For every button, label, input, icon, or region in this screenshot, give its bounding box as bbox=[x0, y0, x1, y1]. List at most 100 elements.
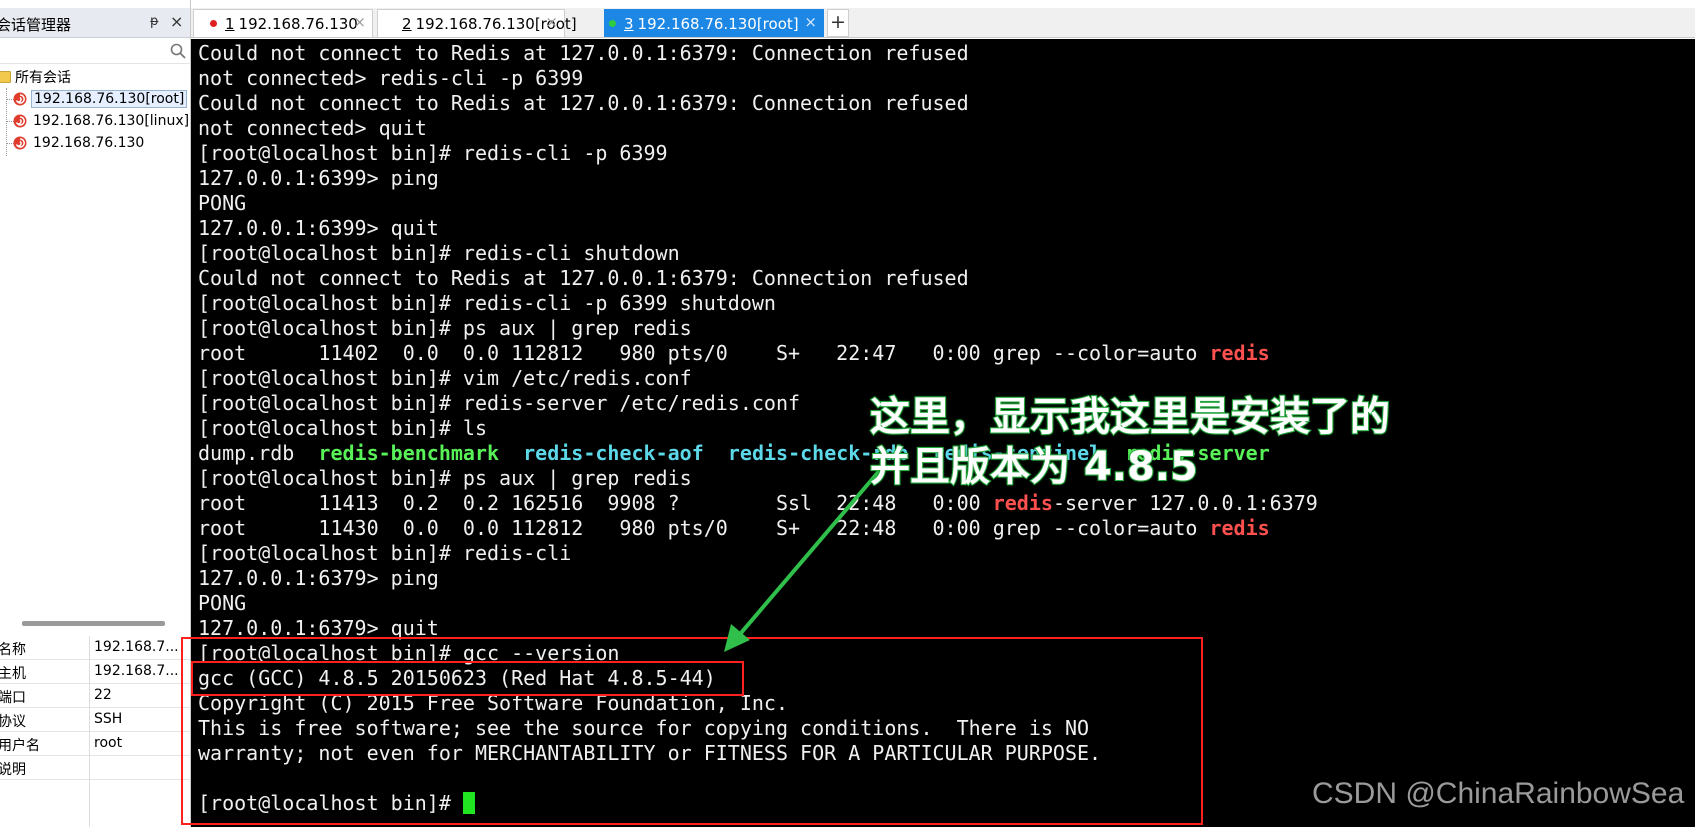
terminal-line: [root@localhost bin]# redis-cli -p 6399 … bbox=[198, 291, 1318, 316]
terminal-text: 127.0.0.1:6379> quit bbox=[198, 616, 439, 640]
property-row: 协议 SSH bbox=[0, 708, 190, 732]
terminal-line: [root@localhost bin]# redis-cli shutdown bbox=[198, 241, 1318, 266]
terminal-text: PONG bbox=[198, 191, 247, 215]
horizontal-scrollbar[interactable] bbox=[22, 621, 165, 626]
terminal-line: [root@localhost bin]# gcc --version bbox=[198, 641, 1318, 666]
terminal-colored-text: redis bbox=[1209, 341, 1270, 365]
terminal-text: 127.0.0.1:6399> quit bbox=[198, 216, 439, 240]
property-value: SSH bbox=[94, 711, 123, 727]
terminal-line: [root@localhost bin]# ps aux | grep redi… bbox=[198, 316, 1318, 341]
terminal-text: [root@localhost bin]# redis-server /etc/… bbox=[198, 391, 801, 415]
terminal-line: [root@localhost bin]# bbox=[198, 791, 1318, 816]
terminal-text: [root@localhost bin]# ps aux | grep redi… bbox=[198, 316, 692, 340]
property-value: 22 bbox=[94, 687, 112, 703]
terminal-line: PONG bbox=[198, 191, 1318, 216]
session-manager-title: 会话管理器 bbox=[0, 16, 72, 34]
terminal-cursor bbox=[462, 792, 475, 814]
annotation-line: 并且版本为 4.8.5 bbox=[869, 443, 1199, 491]
property-row: 端口 22 bbox=[0, 684, 190, 708]
terminal-line: Copyright (C) 2015 Free Software Foundat… bbox=[198, 691, 1318, 716]
session-search-input[interactable] bbox=[0, 40, 190, 64]
annotation-text: 这里，显示我这里是安装了的 并且版本为 4.8.5 bbox=[869, 392, 1391, 492]
search-icon[interactable] bbox=[169, 42, 187, 60]
terminal-text: dump.rdb bbox=[198, 441, 319, 465]
terminal-text: 127.0.0.1:6379> ping bbox=[198, 566, 439, 590]
session-item-label: 192.168.76.130[root] bbox=[31, 90, 188, 108]
session-manager-panel: 会话管理器 ᵽ × 所有会话 192.168.76.130[root] 192.… bbox=[0, 0, 191, 827]
add-tab-button[interactable]: + bbox=[827, 9, 849, 37]
property-value: root bbox=[94, 735, 123, 751]
annotation-line: 这里，显示我这里是安装了的 bbox=[869, 393, 1391, 441]
terminal-colored-text: redis-benchmark bbox=[318, 441, 500, 465]
terminal-line: Could not connect to Redis at 127.0.0.1:… bbox=[198, 266, 1318, 291]
tab-session-1[interactable]: 1 192.168.76.130 × bbox=[193, 9, 373, 37]
terminal-text: -server 127.0.0.1:6379 bbox=[1052, 491, 1318, 515]
close-icon[interactable]: × bbox=[545, 13, 558, 31]
terminal-line: Could not connect to Redis at 127.0.0.1:… bbox=[198, 41, 1318, 66]
terminal-text: [root@localhost bin]# redis-cli bbox=[198, 541, 572, 565]
close-icon[interactable]: × bbox=[170, 12, 183, 31]
session-swirl-icon bbox=[13, 92, 27, 106]
terminal-text: not connected> quit bbox=[198, 116, 427, 140]
status-dot-icon bbox=[609, 20, 616, 27]
properties-column-divider bbox=[89, 636, 90, 827]
property-row: 用户名 root bbox=[0, 732, 190, 756]
terminal-text: PONG bbox=[198, 591, 247, 615]
terminal-line: [root@localhost bin]# vim /etc/redis.con… bbox=[198, 366, 1318, 391]
terminal-text: warranty; not even for MERCHANTABILITY o… bbox=[198, 741, 1102, 765]
tab-label: 192.168.76.130 bbox=[238, 14, 358, 33]
tab-session-3[interactable]: 3 192.168.76.130[root] × bbox=[604, 9, 824, 37]
status-dot-icon bbox=[210, 20, 217, 27]
tab-number: 3 bbox=[624, 14, 634, 33]
property-value: 192.168.7... bbox=[94, 639, 179, 655]
terminal-line: Could not connect to Redis at 127.0.0.1:… bbox=[198, 91, 1318, 116]
property-value: 192.168.7... bbox=[94, 663, 179, 679]
session-item-label: 192.168.76.130 bbox=[33, 135, 145, 151]
session-swirl-icon bbox=[13, 114, 27, 128]
session-item[interactable]: 192.168.76.130[root] bbox=[12, 88, 188, 110]
terminal-text: Could not connect to Redis at 127.0.0.1:… bbox=[198, 91, 969, 115]
terminal-text: Could not connect to Redis at 127.0.0.1:… bbox=[198, 266, 969, 290]
terminal-text: root 11402 0.0 0.0 112812 980 pts/0 S+ 2… bbox=[198, 341, 1210, 365]
session-manager-header: 会话管理器 ᵽ × bbox=[0, 8, 190, 38]
terminal-text: [root@localhost bin]# gcc --version bbox=[198, 641, 620, 665]
session-tab-bar: 1 192.168.76.130 × 2 192.168.76.130[root… bbox=[191, 8, 1695, 38]
terminal-text: Could not connect to Redis at 127.0.0.1:… bbox=[198, 41, 969, 65]
terminal-line: root 11413 0.2 0.2 162516 9908 ? Ssl 22:… bbox=[198, 491, 1318, 516]
terminal-text: [root@localhost bin]# redis-cli -p 6399 … bbox=[198, 291, 776, 315]
tree-root-label: 所有会话 bbox=[15, 70, 71, 86]
terminal-text: [root@localhost bin]# ls bbox=[198, 416, 487, 440]
terminal-line: gcc (GCC) 4.8.5 20150623 (Red Hat 4.8.5-… bbox=[198, 666, 1318, 691]
pin-icon[interactable]: ᵽ bbox=[150, 14, 159, 29]
session-item[interactable]: 192.168.76.130[linux] bbox=[12, 110, 190, 132]
close-icon[interactable]: × bbox=[353, 13, 366, 31]
tab-number: 2 bbox=[402, 14, 412, 33]
close-icon[interactable]: × bbox=[804, 13, 817, 31]
terminal-line: not connected> redis-cli -p 6399 bbox=[198, 66, 1318, 91]
property-key: 协议 bbox=[0, 714, 26, 730]
terminal-text: [root@localhost bin]# vim /etc/redis.con… bbox=[198, 366, 692, 390]
terminal-text: gcc (GCC) 4.8.5 20150623 (Red Hat 4.8.5-… bbox=[198, 666, 716, 690]
property-key: 名称 bbox=[0, 642, 26, 658]
terminal-line: root 11402 0.0 0.0 112812 980 pts/0 S+ 2… bbox=[198, 341, 1318, 366]
terminal-text: Copyright (C) 2015 Free Software Foundat… bbox=[198, 691, 789, 715]
terminal-line: [root@localhost bin]# redis-cli bbox=[198, 541, 1318, 566]
terminal-text: [root@localhost bin]# redis-cli shutdown bbox=[198, 241, 680, 265]
terminal-line: not connected> quit bbox=[198, 116, 1318, 141]
property-row: 名称 192.168.7... bbox=[0, 636, 190, 660]
terminal-text: root 11430 0.0 0.0 112812 980 pts/0 S+ 2… bbox=[198, 516, 1210, 540]
session-item[interactable]: 192.168.76.130 bbox=[12, 132, 146, 154]
terminal-colored-text: redis bbox=[1209, 516, 1270, 540]
terminal-line: 127.0.0.1:6379> ping bbox=[198, 566, 1318, 591]
tab-session-2[interactable]: 2 192.168.76.130[root] × bbox=[377, 9, 577, 37]
property-key: 主机 bbox=[0, 666, 26, 682]
terminal-line: root 11430 0.0 0.0 112812 980 pts/0 S+ 2… bbox=[198, 516, 1318, 541]
terminal-text: [root@localhost bin]# redis-cli -p 6399 bbox=[198, 141, 668, 165]
terminal-text: [root@localhost bin]# ps aux | grep redi… bbox=[198, 466, 692, 490]
terminal-colored-text: redis-check-aof bbox=[523, 441, 704, 465]
session-swirl-icon bbox=[13, 136, 27, 150]
tree-root-all-sessions[interactable]: 所有会话 bbox=[0, 66, 71, 88]
property-key: 说明 bbox=[0, 762, 26, 778]
